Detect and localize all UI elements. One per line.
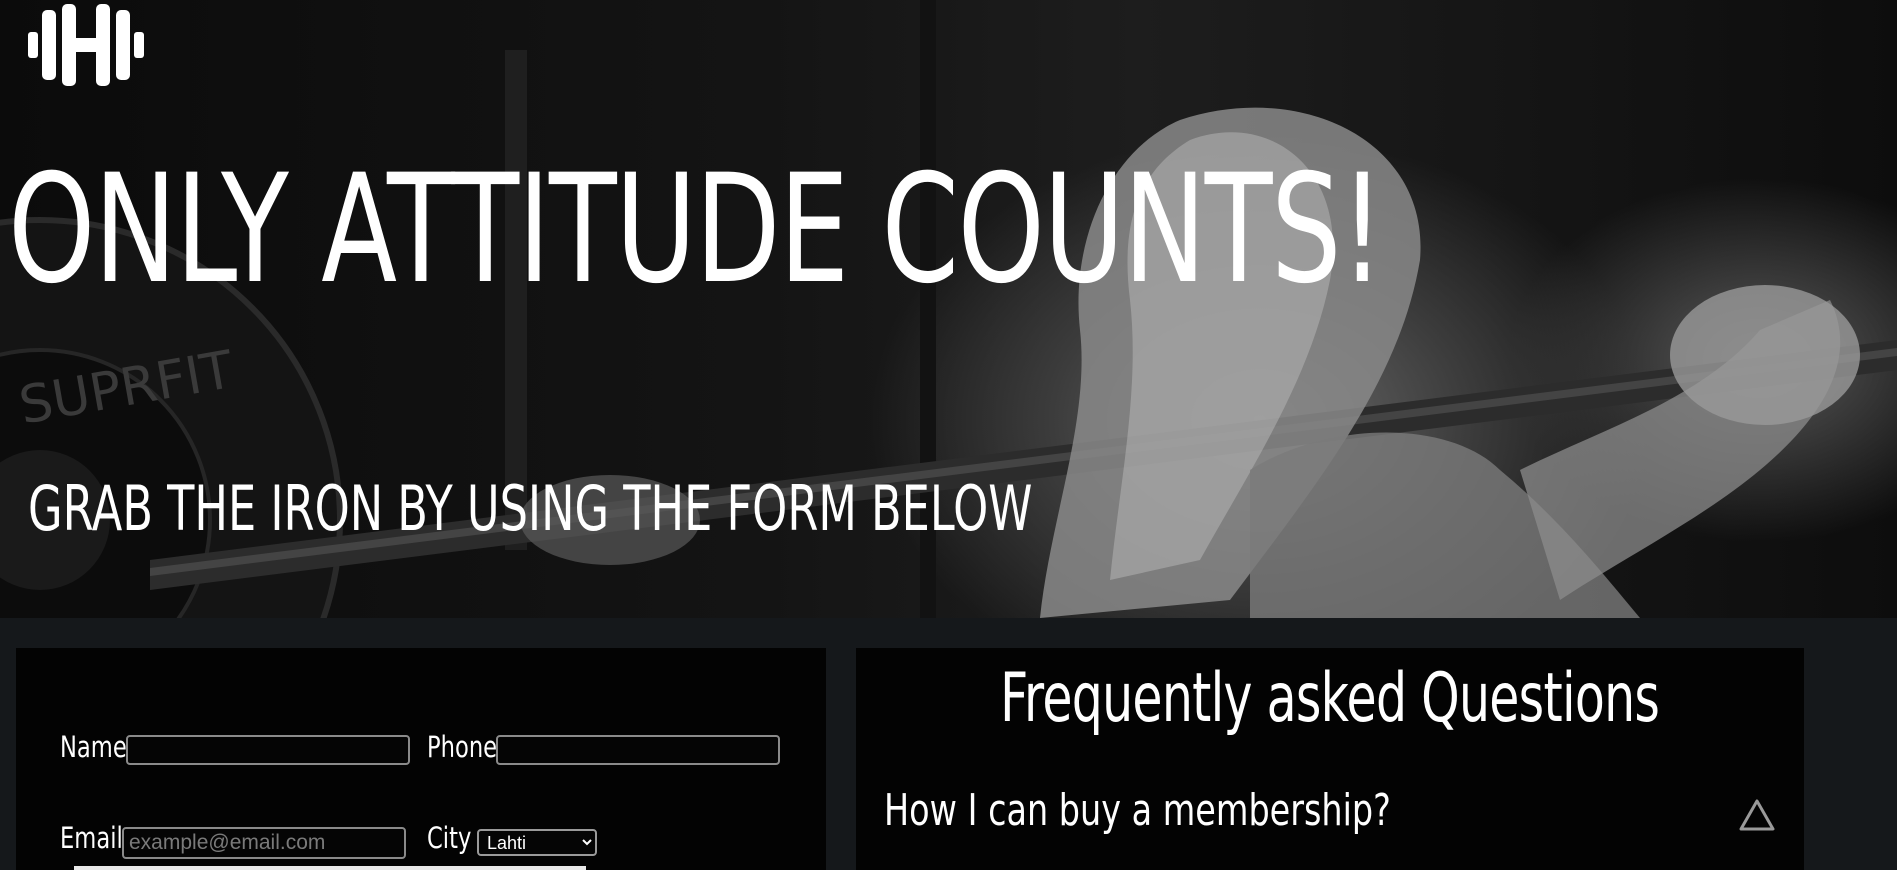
faq-title-text: Frequently asked Questions	[1000, 659, 1660, 738]
name-input[interactable]	[126, 735, 410, 765]
email-label: Email	[60, 821, 123, 855]
phone-label: Phone	[427, 730, 498, 764]
triangle-up-icon[interactable]	[1738, 798, 1776, 832]
barbell-icon[interactable]	[28, 4, 144, 86]
hero-section: SUPRFIT ONLY ATTITUDE COUNTS! GRAB THE I…	[0, 0, 1897, 618]
horizontal-scrollbar[interactable]	[74, 866, 586, 870]
city-select[interactable]: Lahti	[477, 829, 597, 856]
faq-title: Frequently asked Questions	[856, 660, 1804, 738]
hero-title: ONLY ATTITUDE COUNTS!	[8, 143, 1385, 317]
name-label: Name	[60, 730, 127, 764]
phone-input[interactable]	[496, 735, 780, 765]
city-label: City	[427, 821, 472, 855]
hero-subtitle: GRAB THE IRON BY USING THE FORM BELOW	[28, 472, 1033, 545]
page: SUPRFIT ONLY ATTITUDE COUNTS! GRAB THE I…	[0, 0, 1897, 870]
faq-question[interactable]: How I can buy a membership?	[884, 786, 1391, 836]
email-input[interactable]	[122, 827, 406, 859]
